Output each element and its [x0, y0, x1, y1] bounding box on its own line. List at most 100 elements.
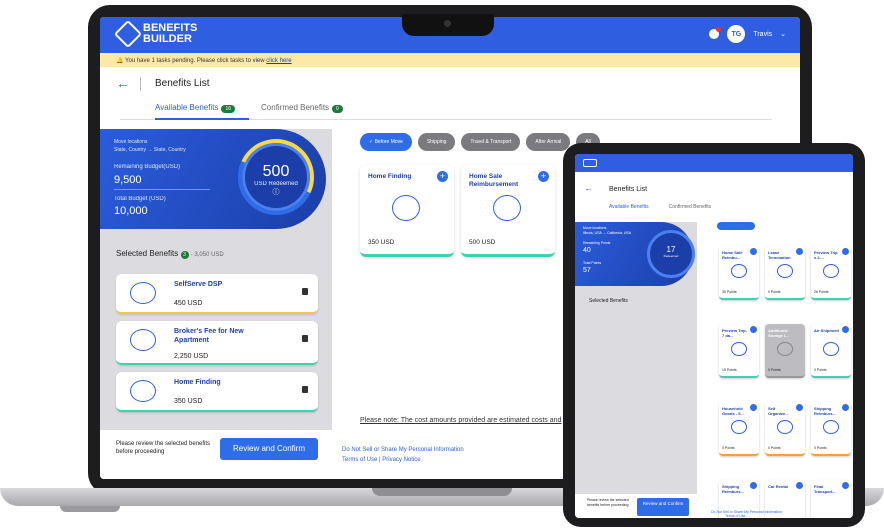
privacy-link[interactable]: Privacy Notice	[382, 457, 420, 463]
add-icon[interactable]	[842, 326, 849, 333]
card-title: Additional Storage I...	[768, 328, 789, 338]
building-icon	[823, 264, 839, 278]
remaining-label: Remaining Budget(USD)	[114, 164, 181, 170]
benefit-card[interactable]: Self Organize... 0 Points	[765, 402, 805, 456]
card-title: Air Shipment	[814, 328, 839, 333]
notice-text: You have 1 tasks pending. Please click t…	[125, 58, 265, 64]
count-badge: 0	[332, 105, 343, 113]
move-value: State, Country → State, Country	[114, 147, 186, 153]
benefit-card[interactable]: Air Shipment 0 Points	[811, 324, 851, 378]
tab-available-benefits[interactable]: Available Benefits	[609, 204, 649, 210]
notification-bell-icon[interactable]	[709, 27, 722, 39]
add-icon[interactable]	[796, 482, 803, 489]
laptop-foot	[60, 506, 120, 512]
tab-confirmed-benefits[interactable]: Confirmed Benefits	[669, 204, 712, 210]
house-search-icon	[392, 195, 420, 221]
tab-available-benefits[interactable]: Available Benefits 16	[155, 103, 236, 113]
total-value: 10,000	[114, 205, 148, 217]
tab-confirmed-benefits[interactable]: Confirmed Benefits 0	[261, 103, 343, 113]
redeemed-label: USD Redeemed	[254, 181, 298, 187]
benefit-card[interactable]: Home Sale Reimbu... 30 Points	[719, 246, 759, 300]
review-confirm-button[interactable]: Review and Confirm	[637, 498, 689, 516]
truck-icon	[823, 420, 839, 434]
card-points: 0 Points	[814, 446, 827, 450]
selected-item-price: 2,250 USD	[174, 353, 209, 360]
review-confirm-button[interactable]: Review and Confirm	[220, 438, 318, 460]
logo-icon[interactable]	[583, 159, 597, 167]
benefit-card-disabled: Additional Storage I... 0 Points	[765, 324, 805, 378]
avatar[interactable]: TG	[727, 25, 746, 43]
card-title: Car Rental	[768, 484, 789, 489]
selected-item[interactable]: SelfServe DSP 450 USD	[116, 274, 318, 314]
house-search-icon	[731, 342, 747, 356]
filter-after-arrival[interactable]: After Arrival	[526, 133, 571, 151]
do-not-sell-link[interactable]: Do Not Sell or Share My Personal Informa…	[342, 445, 464, 455]
benefit-card[interactable]: Final Transport...	[811, 480, 851, 518]
cash-icon	[130, 282, 156, 304]
count-badge: 16	[221, 105, 236, 113]
logo-icon	[113, 19, 143, 49]
card-title: Self Organize...	[768, 406, 789, 416]
user-menu[interactable]: TG Travis ⌄	[709, 25, 786, 43]
add-icon[interactable]	[750, 482, 757, 489]
card-price: 350 USD	[368, 239, 395, 246]
add-icon[interactable]	[842, 482, 849, 489]
trash-icon[interactable]	[302, 386, 308, 393]
add-icon[interactable]	[750, 326, 757, 333]
active-tab-indicator	[155, 118, 249, 120]
app-logo[interactable]: BENEFITS BUILDER	[113, 19, 197, 49]
benefit-card[interactable]: Shipping Reimburs... 0 Points	[811, 402, 851, 456]
card-title: Final Transport...	[814, 484, 836, 494]
footer-links: Do Not Sell or Share My Personal Informa…	[342, 445, 464, 463]
do-not-sell-link[interactable]: Do Not Sell or Share My Personal Informa…	[711, 510, 782, 514]
budget-summary: Move locations State, Country → State, C…	[100, 128, 326, 229]
chevron-down-icon[interactable]: ⌄	[780, 30, 786, 38]
tab-label: Available Benefits	[155, 103, 219, 112]
gauge-arc	[227, 128, 325, 226]
filter-before-move[interactable]: ✓ Before Move	[360, 133, 412, 151]
card-title: Shipping Reimburs...	[722, 484, 744, 494]
filter-shipping[interactable]: Shipping	[417, 133, 456, 151]
click-here-link[interactable]: click here	[266, 58, 291, 64]
filter-travel[interactable]: Travel & Transport	[461, 133, 521, 151]
benefit-card[interactable]: Home Sale Reimbursement + 500 USD	[461, 165, 555, 257]
selected-item[interactable]: Home Finding 350 USD	[116, 372, 318, 412]
add-icon[interactable]: +	[437, 171, 448, 182]
selected-item[interactable]: Broker's Fee for New Apartment 2,250 USD	[116, 321, 318, 365]
add-icon[interactable]	[796, 404, 803, 411]
house-icon	[777, 420, 793, 434]
cost-disclaimer: Please note: The cost amounts provided a…	[360, 417, 562, 424]
card-title: Preview Trip- 7 da...	[722, 328, 747, 338]
trash-icon[interactable]	[302, 288, 308, 295]
house-search-icon	[130, 380, 156, 402]
remaining-label: Remaining Points	[583, 241, 611, 245]
storage-icon	[777, 342, 793, 356]
user-name[interactable]: Travis	[753, 31, 772, 38]
card-title: Lease Termination	[768, 250, 791, 260]
add-icon[interactable]	[750, 248, 757, 255]
benefit-card[interactable]: Preview Trip x 2-... 26 Points	[811, 246, 851, 300]
add-icon[interactable]	[796, 248, 803, 255]
trash-icon[interactable]	[302, 335, 308, 342]
terms-link[interactable]: Terms of Use	[342, 457, 377, 463]
add-icon[interactable]	[750, 404, 757, 411]
add-icon[interactable]: +	[538, 171, 549, 182]
card-title: Shipping Reimburs...	[814, 406, 836, 416]
filter-chip[interactable]	[717, 222, 755, 230]
benefit-card[interactable]: Home Finding + 350 USD	[360, 165, 454, 257]
back-arrow-icon[interactable]: ←	[116, 75, 130, 91]
card-points: 30 Points	[722, 290, 737, 294]
benefit-tabs: Available Benefits Confirmed Benefits	[609, 204, 711, 210]
benefit-card[interactable]: Preview Trip- 7 da... 15 Points	[719, 324, 759, 378]
remaining-value: 40	[583, 247, 591, 254]
terms-link[interactable]: Terms of Use	[725, 514, 746, 518]
add-icon[interactable]	[842, 248, 849, 255]
remaining-value: 9,500	[114, 174, 142, 186]
add-icon[interactable]	[842, 404, 849, 411]
redeemed-label: Redeemed	[663, 254, 679, 258]
move-label: Move locations	[583, 226, 607, 230]
airplane-icon	[823, 342, 839, 356]
benefit-card[interactable]: Household Goods - 5... 0 Points	[719, 402, 759, 456]
back-arrow-icon[interactable]: ←	[584, 183, 593, 193]
benefit-card[interactable]: Lease Termination 0 Points	[765, 246, 805, 300]
